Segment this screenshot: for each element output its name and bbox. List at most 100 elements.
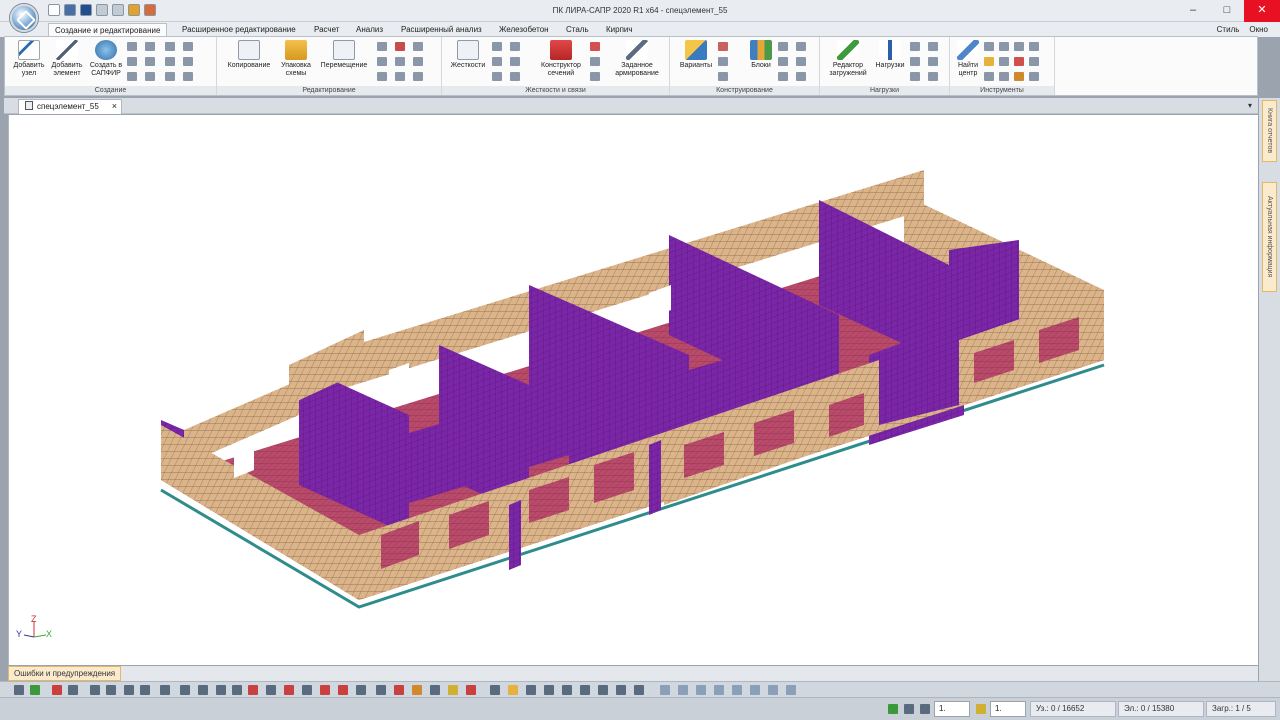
display-6-icon[interactable] xyxy=(750,685,760,695)
tool-measure-icon[interactable] xyxy=(984,42,994,51)
plate-icon[interactable] xyxy=(145,57,155,66)
block-arrow-icon[interactable] xyxy=(796,57,806,66)
mesh-icon[interactable] xyxy=(127,57,137,66)
shell-icon[interactable] xyxy=(183,42,193,51)
display-7-icon[interactable] xyxy=(768,685,778,695)
cut-tool-icon[interactable] xyxy=(320,685,330,695)
brush-tool-icon[interactable] xyxy=(448,685,458,695)
load-wind-icon[interactable] xyxy=(928,57,938,66)
block-link-icon[interactable] xyxy=(778,42,788,51)
layer-tool-icon[interactable] xyxy=(356,685,366,695)
document-tab[interactable]: спецэлемент_55 × xyxy=(18,99,122,114)
find-center-button[interactable]: Найти центр xyxy=(954,40,982,78)
status-prev-icon[interactable] xyxy=(904,704,914,714)
block-mark-icon[interactable] xyxy=(796,72,806,81)
load-mass-icon[interactable] xyxy=(928,72,938,81)
add-element-button[interactable]: Добавить элемент xyxy=(48,40,86,78)
mark-tool-icon[interactable] xyxy=(284,685,294,695)
view-fit-icon[interactable] xyxy=(634,685,644,695)
tool-scale-icon[interactable] xyxy=(984,72,994,81)
display-1-icon[interactable] xyxy=(660,685,670,695)
text-tool-icon[interactable] xyxy=(302,685,312,695)
actual-info-tab[interactable]: Актуальная информация xyxy=(1262,182,1277,292)
front-fin[interactable] xyxy=(509,500,521,570)
copy-button[interactable]: Копирование xyxy=(223,40,275,70)
tool-edit-icon[interactable] xyxy=(1029,57,1039,66)
tab-steel[interactable]: Сталь xyxy=(560,23,595,37)
merge-icon[interactable] xyxy=(413,72,423,81)
minimize-button[interactable]: – xyxy=(1176,0,1210,22)
tool-graph-icon[interactable] xyxy=(999,72,1009,81)
tool-filter-icon[interactable] xyxy=(999,57,1009,66)
tool-color-icon[interactable] xyxy=(1014,57,1024,66)
load-graph-icon[interactable] xyxy=(928,42,938,51)
tool-sigma-icon[interactable] xyxy=(1029,42,1039,51)
grid-tool-icon[interactable] xyxy=(338,685,348,695)
fragment-tool-icon[interactable] xyxy=(394,685,404,695)
view-axis-icon[interactable] xyxy=(580,685,590,695)
display-4-icon[interactable] xyxy=(714,685,724,695)
tab-analysis[interactable]: Анализ xyxy=(350,23,389,37)
column-icon[interactable] xyxy=(183,72,193,81)
zoom-icon[interactable] xyxy=(413,42,423,51)
loads-button[interactable]: Нагрузки xyxy=(872,40,908,70)
errors-warnings-tab[interactable]: Ошибки и предупреждения xyxy=(8,666,122,681)
view-front-icon[interactable] xyxy=(490,685,500,695)
select-3d-icon[interactable] xyxy=(160,685,170,695)
rotate-icon[interactable] xyxy=(377,42,387,51)
scale-tool-icon[interactable] xyxy=(232,685,242,695)
union-icon[interactable] xyxy=(413,57,423,66)
tab-create-edit[interactable]: Создание и редактирование xyxy=(48,23,168,37)
view-side-icon[interactable] xyxy=(526,685,536,695)
load-combination-field[interactable]: 1. xyxy=(990,701,1026,717)
close-tab-icon[interactable]: × xyxy=(112,100,117,113)
design-beam-icon[interactable] xyxy=(718,57,728,66)
bond-icon[interactable] xyxy=(492,57,502,66)
move-button[interactable]: Перемещение xyxy=(317,40,371,70)
split-icon[interactable] xyxy=(377,72,387,81)
load-table-icon[interactable] xyxy=(910,42,920,51)
display-2-icon[interactable] xyxy=(678,685,688,695)
report-book-tab[interactable]: Книга отчетов xyxy=(1262,100,1277,162)
maximize-button[interactable]: □ xyxy=(1210,0,1244,22)
window-menu[interactable]: Окно xyxy=(1249,25,1268,34)
zoom-tool-icon[interactable] xyxy=(376,685,386,695)
filter-tool-icon[interactable] xyxy=(216,685,226,695)
create-in-sapfir-button[interactable]: Создать в САПФИР xyxy=(87,40,125,78)
close-button[interactable]: ✕ xyxy=(1244,0,1280,22)
tab-concrete[interactable]: Железобетон xyxy=(493,23,555,37)
select-move-icon[interactable] xyxy=(30,685,40,695)
view-top-icon[interactable] xyxy=(544,685,554,695)
support-icon[interactable] xyxy=(492,72,502,81)
section-check-icon[interactable] xyxy=(590,57,600,66)
layers-icon[interactable] xyxy=(183,57,193,66)
app-menu-button[interactable] xyxy=(10,4,38,32)
view-active-icon[interactable] xyxy=(508,685,518,695)
view-iso-icon[interactable] xyxy=(562,685,572,695)
hand-tool-icon[interactable] xyxy=(430,685,440,695)
pencil-tool-icon[interactable] xyxy=(180,685,190,695)
front-fin-2[interactable] xyxy=(649,440,661,515)
pencil-icon[interactable] xyxy=(377,57,387,66)
tool-chart-icon[interactable] xyxy=(1014,72,1024,81)
delete-icon[interactable] xyxy=(395,42,405,51)
status-next-icon[interactable] xyxy=(920,704,930,714)
display-5-icon[interactable] xyxy=(732,685,742,695)
select-node-icon[interactable] xyxy=(14,685,24,695)
add-node-button[interactable]: Добавить узел xyxy=(11,40,47,78)
view-rotate-icon[interactable] xyxy=(616,685,626,695)
network-icon[interactable] xyxy=(127,72,137,81)
frame-icon[interactable] xyxy=(145,42,155,51)
tab-advanced-edit[interactable]: Расширенное редактирование xyxy=(176,23,302,37)
tab-brick[interactable]: Кирпич xyxy=(600,23,639,37)
tool-more-icon[interactable] xyxy=(1029,72,1039,81)
select-column-icon[interactable] xyxy=(90,685,100,695)
link-icon[interactable] xyxy=(510,72,520,81)
grid-icon[interactable] xyxy=(127,42,137,51)
load-editor-button[interactable]: Редактор загружений xyxy=(824,40,872,78)
blocks-button[interactable]: Блоки xyxy=(746,40,776,70)
design-grid-icon[interactable] xyxy=(718,72,728,81)
reinforcement-button[interactable]: Заданное армирование xyxy=(608,40,666,78)
node-tool-icon[interactable] xyxy=(198,685,208,695)
pack-scheme-button[interactable]: Упаковка схемы xyxy=(277,40,315,78)
